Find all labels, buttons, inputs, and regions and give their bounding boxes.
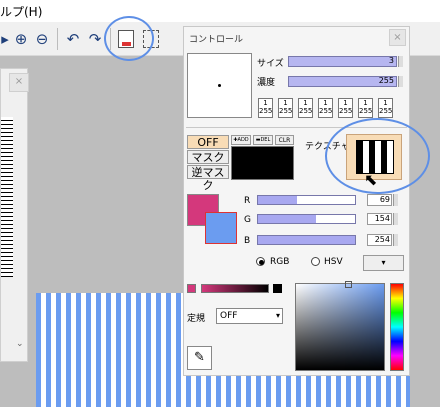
add-button[interactable]: ✚ADD: [231, 135, 251, 145]
size-slider[interactable]: 3: [288, 56, 397, 67]
panel-title: コントロール: [189, 35, 244, 45]
density-label: 濃度: [257, 78, 276, 88]
mask-off-button[interactable]: OFF: [187, 135, 229, 149]
brush-dot: [218, 84, 221, 87]
size-value: 3: [388, 56, 394, 65]
size-label: サイズ: [257, 59, 284, 69]
size-spinner[interactable]: [398, 56, 403, 67]
color-picker-area[interactable]: [295, 281, 385, 371]
rgb-label: RGB: [270, 257, 290, 267]
clear-button[interactable]: CLR: [275, 135, 294, 145]
b-spinner[interactable]: [393, 234, 398, 246]
r-label: R: [244, 196, 251, 206]
preset-button[interactable]: 1 255: [338, 98, 353, 118]
ruler-ticks: [1, 117, 13, 277]
highlight-circle: [325, 118, 430, 194]
rgb-radio[interactable]: [256, 257, 265, 266]
menu-help[interactable]: ルプ(H): [0, 3, 42, 20]
preset-button[interactable]: 1 255: [298, 98, 313, 118]
color-gradient-bar[interactable]: [201, 284, 269, 293]
mask-button[interactable]: マスク: [187, 150, 229, 164]
preset-button[interactable]: 1 255: [318, 98, 333, 118]
b-slider[interactable]: [257, 235, 356, 245]
mode-select-value: OFF: [220, 311, 238, 321]
preset-button[interactable]: 1 255: [258, 98, 273, 118]
hsv-label: HSV: [324, 257, 343, 267]
stripe-pattern-bottom: [186, 374, 410, 407]
r-spinner[interactable]: [393, 194, 398, 206]
undo-icon[interactable]: ↶: [64, 30, 82, 48]
chevron-down-icon[interactable]: ⌄: [16, 339, 24, 349]
cursor-arrow-icon: ⬉: [364, 170, 378, 189]
preset-button[interactable]: 1 255: [278, 98, 293, 118]
canvas-subwindow: × ⌄: [0, 68, 29, 362]
panel-close-button[interactable]: ×: [389, 29, 406, 46]
menubar: [0, 0, 440, 22]
canvas-close-button[interactable]: ×: [9, 73, 29, 92]
g-label: G: [244, 215, 251, 225]
eyedropper-icon[interactable]: ✎: [187, 346, 212, 370]
mask-color-box: [231, 146, 294, 180]
mode-label: 定規: [187, 314, 206, 324]
r-slider[interactable]: [257, 195, 356, 205]
reverse-mask-button[interactable]: 逆マスク: [187, 165, 229, 192]
brush-preview: [187, 53, 252, 118]
picker-cursor: [345, 281, 352, 288]
zoom-in-icon[interactable]: ⊕: [12, 30, 30, 48]
highlight-circle: [104, 16, 154, 61]
r-value[interactable]: 69: [367, 194, 392, 206]
g-value[interactable]: 154: [367, 213, 392, 225]
redo-icon[interactable]: ↷: [86, 30, 104, 48]
density-value: 255: [378, 76, 394, 85]
b-label: B: [244, 236, 251, 246]
zoom-out-icon[interactable]: ⊖: [33, 30, 51, 48]
preset-button[interactable]: 1 255: [358, 98, 373, 118]
mode-select[interactable]: OFF ▾: [216, 308, 283, 324]
density-spinner[interactable]: [398, 76, 403, 87]
density-slider[interactable]: 255: [288, 76, 397, 87]
hsv-radio[interactable]: [311, 257, 320, 266]
delete-button[interactable]: ▬DEL: [253, 135, 273, 145]
density-presets: 1 255 1 255 1 255 1 255 1 255 1 255 1 255: [258, 98, 404, 120]
g-slider[interactable]: [257, 214, 356, 224]
stripe-pattern: [36, 293, 186, 407]
chevron-down-icon: ▾: [275, 311, 280, 320]
toolbar-separator: [57, 28, 58, 50]
g-spinner[interactable]: [393, 213, 398, 225]
preset-button[interactable]: 1 255: [378, 98, 393, 118]
hue-slider[interactable]: [390, 283, 404, 371]
dropdown-button[interactable]: ▾: [363, 255, 404, 271]
b-value[interactable]: 254: [367, 234, 392, 246]
mini-black-swatch[interactable]: [273, 284, 282, 293]
mini-main-swatch[interactable]: [187, 284, 196, 293]
sub-color-swatch[interactable]: [205, 212, 237, 244]
